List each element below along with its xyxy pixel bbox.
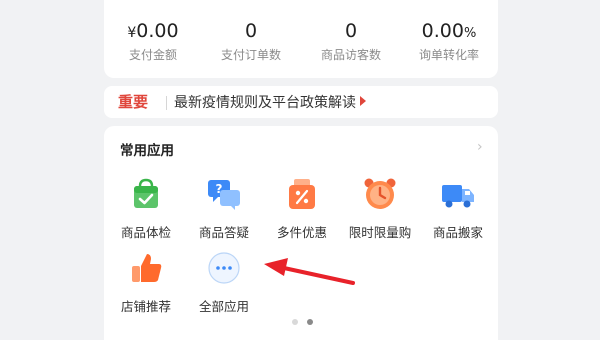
- shopping-bag-check-icon: [128, 176, 164, 212]
- svg-text:?: ?: [216, 182, 223, 196]
- app-label: 商品体检: [120, 225, 171, 240]
- thumbs-up-icon: [128, 250, 164, 286]
- alarm-clock-icon: [362, 176, 398, 212]
- app-all-apps[interactable]: 全部应用: [186, 250, 262, 320]
- stat-label: 询单转化率: [418, 48, 479, 62]
- app-label: 全部应用: [198, 299, 249, 314]
- stat-value: 0: [344, 20, 358, 42]
- page-indicator: [292, 310, 322, 329]
- more-dots-icon: [206, 250, 242, 286]
- chevron-right-icon[interactable]: ›: [477, 139, 483, 155]
- app-product-qa[interactable]: ? 商品答疑: [186, 176, 262, 246]
- truck-icon: [440, 176, 476, 212]
- caret-right-icon: [360, 96, 366, 106]
- app-product-check[interactable]: 商品体检: [108, 176, 184, 246]
- divider: [166, 96, 167, 110]
- common-apps-card: 常用应用 › 商品体检 ? 商品答疑 多件优惠 限时限量购 商品搬家 店铺推荐 …: [104, 126, 498, 340]
- app-store-recommend[interactable]: 店铺推荐: [108, 250, 184, 320]
- page-dot-active[interactable]: [307, 319, 313, 325]
- stat-value: 0: [244, 20, 258, 42]
- app-label: 商品答疑: [198, 225, 249, 240]
- stat-value: ¥0.00: [127, 20, 179, 42]
- discount-bag-icon: [284, 176, 320, 212]
- section-title: 常用应用: [120, 143, 174, 159]
- question-chat-icon: ?: [206, 176, 242, 212]
- app-label: 店铺推荐: [120, 299, 171, 314]
- notice-bar[interactable]: 重要 最新疫情规则及平台政策解读: [104, 86, 498, 118]
- stat-label: 商品访客数: [320, 48, 381, 62]
- stats-card: ¥0.00 支付金额 0 支付订单数 0 商品访客数 0.00% 询单转化率: [104, 0, 498, 78]
- notice-text[interactable]: 最新疫情规则及平台政策解读: [174, 92, 356, 112]
- stat-label: 支付金额: [128, 48, 177, 62]
- page-dot[interactable]: [292, 319, 298, 325]
- app-multi-discount[interactable]: 多件优惠: [264, 176, 340, 246]
- app-label: 多件优惠: [276, 225, 327, 240]
- app-flash-sale[interactable]: 限时限量购: [342, 176, 418, 246]
- app-label: 商品搬家: [432, 225, 483, 240]
- stat-value: 0.00%: [421, 20, 477, 42]
- important-tag: 重要: [118, 93, 149, 111]
- stat-label: 支付订单数: [220, 48, 281, 62]
- app-product-move[interactable]: 商品搬家: [420, 176, 496, 246]
- app-label: 限时限量购: [348, 225, 412, 240]
